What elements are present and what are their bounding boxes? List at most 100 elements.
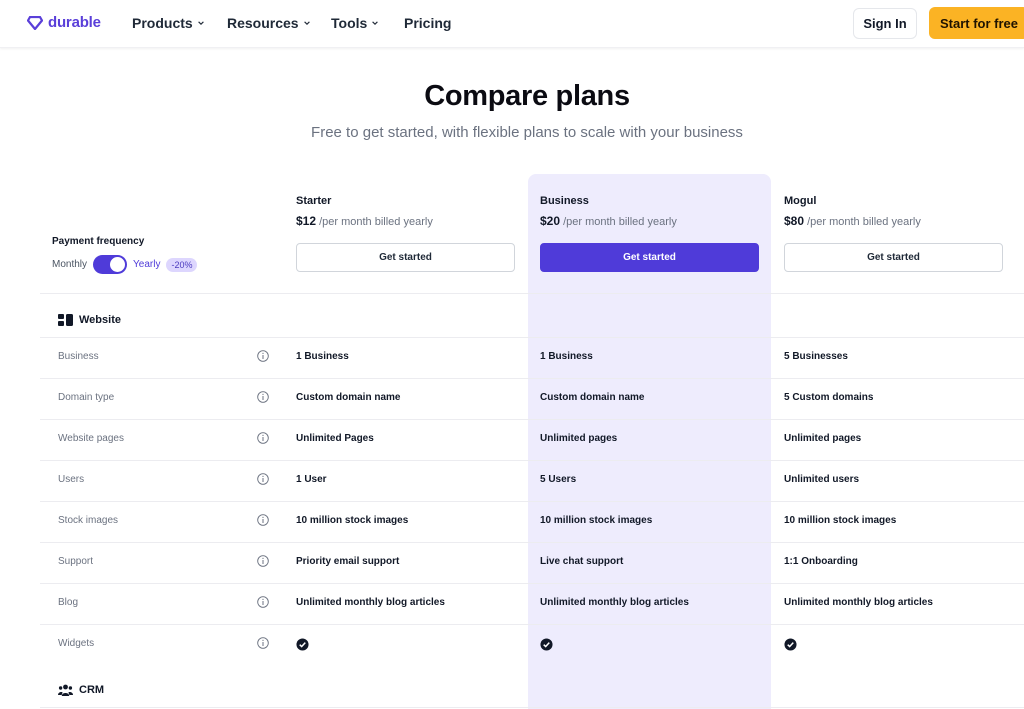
cell-mogul: Unlimited users xyxy=(784,474,860,485)
cell-mogul: 5 Custom domains xyxy=(784,392,874,403)
cell-business: Unlimited monthly blog articles xyxy=(540,597,689,608)
info-icon[interactable] xyxy=(257,432,269,444)
price-period: /per month billed yearly xyxy=(563,216,677,228)
top-navbar: durable Products Resources Tools Pricing… xyxy=(0,0,1024,48)
section-website: Website xyxy=(58,314,121,326)
check-circle-icon xyxy=(540,638,553,651)
info-icon[interactable] xyxy=(257,596,269,608)
cell-starter: 1 Business xyxy=(296,351,349,362)
section-title: CRM xyxy=(79,684,105,696)
sign-in-button[interactable]: Sign In xyxy=(853,8,917,39)
cell-business-check xyxy=(540,638,553,651)
info-icon[interactable] xyxy=(257,637,269,649)
table-row: Website pages Unlimited Pages Unlimited … xyxy=(0,419,1024,460)
cell-starter: Unlimited Pages xyxy=(296,433,374,444)
info-icon[interactable] xyxy=(257,473,269,485)
payment-frequency: Payment frequency Monthly Yearly -20% xyxy=(52,236,198,274)
cell-starter: 10 million stock images xyxy=(296,515,409,526)
users-group-icon xyxy=(58,684,73,696)
chevron-down-icon xyxy=(303,21,310,25)
divider xyxy=(40,707,1024,708)
cell-mogul: Unlimited monthly blog articles xyxy=(784,597,933,608)
get-started-button-business[interactable]: Get started xyxy=(540,243,759,272)
table-row: Users 1 User 5 Users Unlimited users xyxy=(0,460,1024,501)
info-icon[interactable] xyxy=(257,555,269,567)
price-amount: $20 xyxy=(540,214,561,228)
nav-tools-label: Tools xyxy=(331,15,368,31)
plan-price: $12 /per month billed yearly xyxy=(296,214,516,228)
nav-tools[interactable]: Tools xyxy=(331,15,379,31)
durable-logo[interactable]: durable xyxy=(27,14,101,31)
info-icon[interactable] xyxy=(257,514,269,526)
start-for-free-button[interactable]: Start for free xyxy=(929,7,1024,39)
cell-starter: 1 User xyxy=(296,474,327,485)
cell-mogul: 1:1 Onboarding xyxy=(784,556,858,567)
logo-icon xyxy=(27,15,43,30)
billing-toggle[interactable] xyxy=(93,255,128,274)
feature-label: Users xyxy=(58,474,85,485)
feature-label: Stock images xyxy=(58,515,119,526)
check-circle-icon xyxy=(784,638,797,651)
toggle-knob xyxy=(110,257,126,272)
info-icon[interactable] xyxy=(257,350,269,362)
cell-starter: Priority email support xyxy=(296,556,400,567)
payment-toggle-row: Monthly Yearly -20% xyxy=(52,255,198,274)
website-icon xyxy=(58,314,73,326)
discount-badge: -20% xyxy=(166,257,198,272)
cell-mogul: Unlimited pages xyxy=(784,433,862,444)
plan-starter: Starter $12 /per month billed yearly Get… xyxy=(296,195,516,272)
table-row: Domain type Custom domain name Custom do… xyxy=(0,378,1024,419)
cell-mogul: 5 Businesses xyxy=(784,351,848,362)
cell-business: 10 million stock images xyxy=(540,515,653,526)
plan-price: $80 /per month billed yearly xyxy=(784,214,1004,228)
cell-mogul-check xyxy=(784,638,797,651)
nav-resources-label: Resources xyxy=(227,15,299,31)
cell-starter: Unlimited monthly blog articles xyxy=(296,597,445,608)
feature-label: Widgets xyxy=(58,638,95,649)
yearly-label[interactable]: Yearly xyxy=(133,259,160,270)
table-row: Stock images 10 million stock images 10 … xyxy=(0,501,1024,542)
cell-starter: Custom domain name xyxy=(296,392,401,403)
cell-business: Unlimited pages xyxy=(540,433,618,444)
logo-text: durable xyxy=(48,14,101,31)
plan-business: Business $20 /per month billed yearly Ge… xyxy=(540,195,760,272)
feature-label: Support xyxy=(58,556,94,567)
table-row: Business 1 Business 1 Business 5 Busines… xyxy=(0,337,1024,378)
price-amount: $12 xyxy=(296,214,317,228)
nav-pricing-label: Pricing xyxy=(404,15,452,31)
cell-business: 5 Users xyxy=(540,474,577,485)
feature-label: Blog xyxy=(58,597,79,608)
cell-mogul: 10 million stock images xyxy=(784,515,897,526)
check-circle-icon xyxy=(296,638,309,651)
payment-frequency-label: Payment frequency xyxy=(52,236,145,247)
plan-mogul: Mogul $80 /per month billed yearly Get s… xyxy=(784,195,1004,272)
section-crm: CRM xyxy=(58,684,104,696)
price-period: /per month billed yearly xyxy=(319,216,433,228)
chevron-down-icon xyxy=(372,21,379,25)
table-row: Blog Unlimited monthly blog articles Unl… xyxy=(0,583,1024,624)
table-row: Support Priority email support Live chat… xyxy=(0,542,1024,583)
chevron-down-icon xyxy=(197,21,204,25)
cell-business: 1 Business xyxy=(540,351,593,362)
price-amount: $80 xyxy=(784,214,805,228)
feature-label: Domain type xyxy=(58,392,115,403)
nav-products-label: Products xyxy=(132,15,193,31)
plan-name: Starter xyxy=(296,195,332,207)
cell-business: Live chat support xyxy=(540,556,624,567)
nav-pricing[interactable]: Pricing xyxy=(404,15,451,31)
section-title: Website xyxy=(79,314,121,326)
get-started-button-starter[interactable]: Get started xyxy=(296,243,515,272)
page-subtitle: Free to get started, with flexible plans… xyxy=(311,124,743,141)
nav-resources[interactable]: Resources xyxy=(227,15,311,31)
info-icon[interactable] xyxy=(257,391,269,403)
monthly-label[interactable]: Monthly xyxy=(52,259,87,270)
price-period: /per month billed yearly xyxy=(807,216,921,228)
table-row: Widgets xyxy=(0,624,1024,665)
get-started-button-mogul[interactable]: Get started xyxy=(784,243,1003,272)
page-title: Compare plans xyxy=(424,80,630,112)
divider xyxy=(40,293,1024,294)
nav-products[interactable]: Products xyxy=(132,15,205,31)
plan-name: Business xyxy=(540,195,589,207)
plan-name: Mogul xyxy=(784,195,817,207)
cell-starter-check xyxy=(296,638,309,651)
